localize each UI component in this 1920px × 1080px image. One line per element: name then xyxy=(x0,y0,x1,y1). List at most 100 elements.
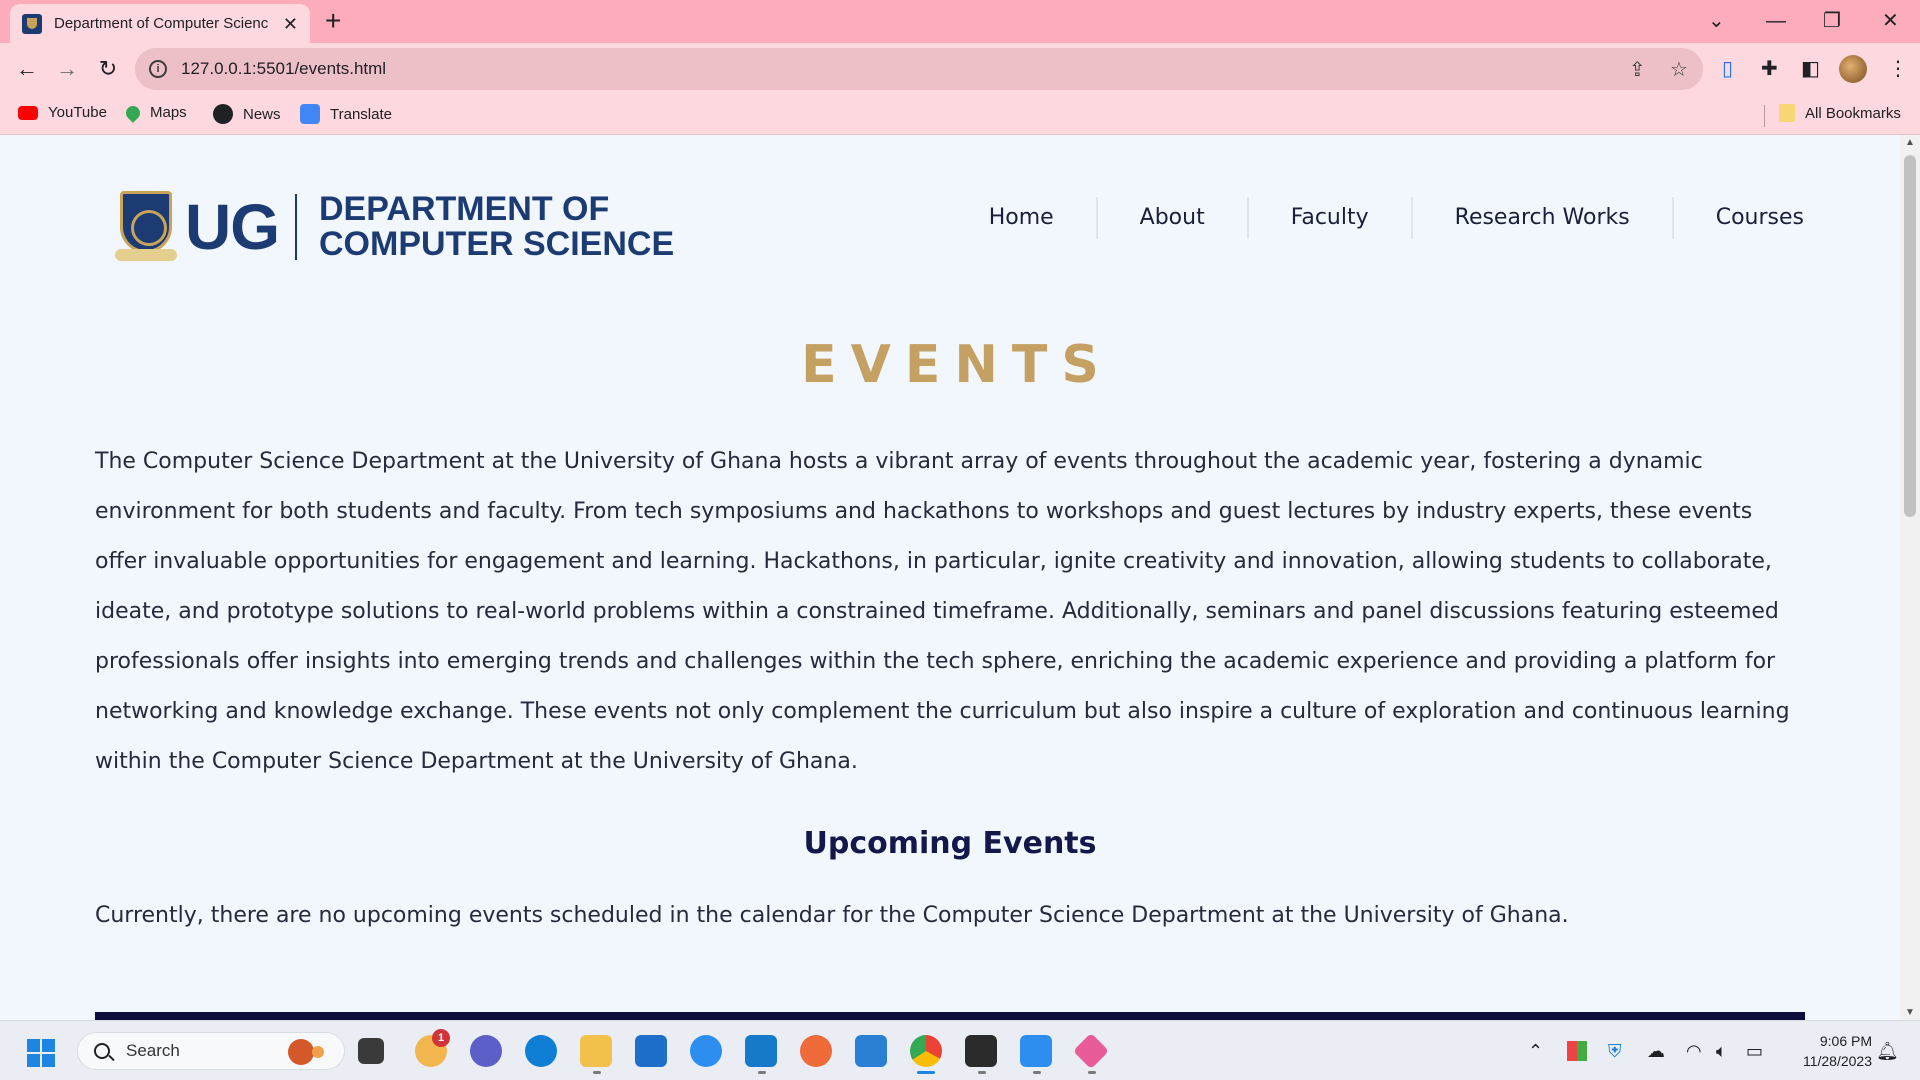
notifications-bell-icon[interactable]: 🔔︎ xyxy=(1876,1041,1899,1062)
page-viewport: UG DEPARTMENT OF COMPUTER SCIENCE Home A… xyxy=(0,135,1900,1020)
onedrive-cloud-icon[interactable]: ☁ xyxy=(1647,1039,1665,1063)
search-icon xyxy=(94,1043,110,1059)
folder-icon xyxy=(1779,104,1795,122)
bookmark-translate[interactable]: Translate xyxy=(300,104,392,124)
running-indicator xyxy=(1033,1071,1041,1074)
youtube-icon xyxy=(18,105,38,120)
nav-research-works[interactable]: Research Works xyxy=(1413,197,1674,239)
tray-app-icon[interactable] xyxy=(1567,1041,1587,1061)
tray-chevron-icon[interactable]: ⌃ xyxy=(1528,1039,1543,1063)
close-window-icon[interactable]: ✕ xyxy=(1882,6,1899,36)
microsoft-store-icon[interactable] xyxy=(635,1035,667,1067)
active-indicator xyxy=(917,1071,935,1074)
notification-badge: 1 xyxy=(432,1029,450,1047)
page-scrollbar[interactable]: ▲ ▼ xyxy=(1900,135,1920,1020)
app-orange-icon[interactable] xyxy=(800,1035,832,1067)
app-diamond-icon[interactable] xyxy=(1072,1032,1110,1070)
bookmark-youtube[interactable]: YouTube xyxy=(18,104,107,121)
bookmark-label: YouTube xyxy=(48,104,107,121)
events-intro-paragraph: The Computer Science Department at the U… xyxy=(95,449,1790,774)
logo-divider xyxy=(295,194,297,260)
forward-icon[interactable]: → xyxy=(52,54,82,84)
upcoming-events-heading: Upcoming Events xyxy=(803,826,1097,861)
sticky-notes-icon[interactable] xyxy=(965,1035,997,1067)
browser-tab-strip: Department of Computer Scienc ✕ + ⌄ — ❐ … xyxy=(0,0,1920,43)
task-view-icon[interactable] xyxy=(358,1038,384,1064)
maps-pin-icon xyxy=(123,102,143,123)
bookmark-label: Maps xyxy=(150,104,187,121)
running-indicator xyxy=(978,1071,986,1074)
minimize-icon[interactable]: — xyxy=(1766,6,1786,36)
tab-title: Department of Computer Scienc xyxy=(54,15,268,32)
footer-top-bar xyxy=(95,1012,1805,1020)
scroll-down-icon[interactable]: ▼ xyxy=(1900,1007,1920,1018)
teams-chat-icon[interactable] xyxy=(470,1035,502,1067)
address-bar[interactable]: i 127.0.0.1:5501/events.html ⇪ ☆ xyxy=(135,48,1703,90)
browser-tab-active[interactable]: Department of Computer Scienc ✕ xyxy=(10,4,310,43)
app-monitor-icon[interactable] xyxy=(855,1035,887,1067)
bookmark-label: Translate xyxy=(330,105,392,123)
bookmark-maps[interactable]: Maps xyxy=(123,102,187,123)
running-indicator xyxy=(593,1071,601,1074)
tab-close-icon[interactable]: ✕ xyxy=(283,15,298,33)
logo-department-name: DEPARTMENT OF COMPUTER SCIENCE xyxy=(319,192,674,262)
tab-search-chevron-icon[interactable]: ⌄ xyxy=(1708,6,1725,36)
nav-faculty[interactable]: Faculty xyxy=(1249,197,1413,239)
clock-date: 11/28/2023 xyxy=(1802,1053,1872,1069)
notepad-icon[interactable] xyxy=(1020,1035,1052,1067)
running-indicator xyxy=(758,1071,766,1074)
logo-line-1: DEPARTMENT OF xyxy=(319,190,610,228)
wifi-icon[interactable]: ◠ xyxy=(1686,1039,1702,1063)
clock-time: 9:06 PM xyxy=(1819,1033,1872,1049)
vscode-icon[interactable] xyxy=(745,1035,777,1067)
site-info-icon[interactable]: i xyxy=(149,60,167,78)
chrome-icon[interactable] xyxy=(910,1035,942,1067)
site-favicon-icon xyxy=(22,13,42,34)
back-icon[interactable]: ← xyxy=(12,54,42,84)
bookmarks-bar: YouTube Maps News Translate All Bookmark… xyxy=(0,96,1920,135)
bookmark-star-icon[interactable]: ☆ xyxy=(1670,57,1688,82)
globe-icon xyxy=(213,104,233,124)
all-bookmarks-folder[interactable]: All Bookmarks xyxy=(1779,104,1901,122)
no-upcoming-events-text: Currently, there are no upcoming events … xyxy=(95,903,1569,928)
taskbar-search[interactable]: Search xyxy=(77,1032,345,1070)
translate-icon xyxy=(300,104,320,124)
scrollbar-thumb[interactable] xyxy=(1904,155,1916,517)
bookmark-label: News xyxy=(243,105,281,123)
browser-toolbar: ← → ↻ i 127.0.0.1:5501/events.html ⇪ ☆ ▯… xyxy=(0,43,1920,96)
app-blue-icon[interactable] xyxy=(690,1035,722,1067)
extensions-puzzle-icon[interactable]: ✚ xyxy=(1761,56,1778,82)
running-indicator xyxy=(1088,1071,1096,1074)
windows-taskbar: Search 1 ⌃ ⛨ ☁ ◠ 🔈︎ ▭ 9:06 PM 11/28/2023… xyxy=(0,1020,1920,1080)
logo-line-2: COMPUTER SCIENCE xyxy=(319,225,675,263)
main-nav: Home About Faculty Research Works Course… xyxy=(947,197,1804,239)
site-logo[interactable]: UG DEPARTMENT OF COMPUTER SCIENCE xyxy=(115,189,674,265)
battery-icon[interactable]: ▭ xyxy=(1746,1039,1763,1063)
browser-menu-icon[interactable]: ⋮ xyxy=(1888,56,1908,82)
side-panel-icon[interactable]: ◧ xyxy=(1801,56,1820,82)
edge-icon[interactable] xyxy=(525,1035,557,1067)
volume-icon[interactable]: 🔈︎ xyxy=(1716,1039,1727,1063)
reload-icon[interactable]: ↻ xyxy=(93,54,123,84)
new-tab-icon[interactable]: + xyxy=(325,6,341,36)
security-shield-icon[interactable]: ⛨ xyxy=(1608,1039,1622,1063)
page-title: EVENTS xyxy=(801,335,1113,395)
bookmarks-divider xyxy=(1764,105,1765,127)
university-crest-icon xyxy=(115,189,177,265)
url-text: 127.0.0.1:5501/events.html xyxy=(181,59,387,78)
restore-icon[interactable]: ❐ xyxy=(1823,6,1841,36)
windows-start-icon[interactable] xyxy=(27,1039,55,1067)
logo-ug-text: UG xyxy=(185,191,280,263)
all-bookmarks-label: All Bookmarks xyxy=(1805,104,1901,122)
nav-courses[interactable]: Courses xyxy=(1674,197,1804,239)
nav-home[interactable]: Home xyxy=(947,197,1098,239)
nav-about[interactable]: About xyxy=(1098,197,1249,239)
scroll-up-icon[interactable]: ▲ xyxy=(1900,137,1920,148)
share-icon[interactable]: ⇪ xyxy=(1629,57,1646,82)
file-explorer-icon[interactable] xyxy=(580,1035,612,1067)
search-highlight-icon xyxy=(288,1039,332,1065)
reading-extension-icon[interactable]: ▯ xyxy=(1722,56,1733,82)
bookmark-news[interactable]: News xyxy=(213,104,281,124)
system-clock[interactable]: 9:06 PM 11/28/2023 xyxy=(1782,1031,1872,1071)
profile-avatar[interactable] xyxy=(1839,55,1867,83)
